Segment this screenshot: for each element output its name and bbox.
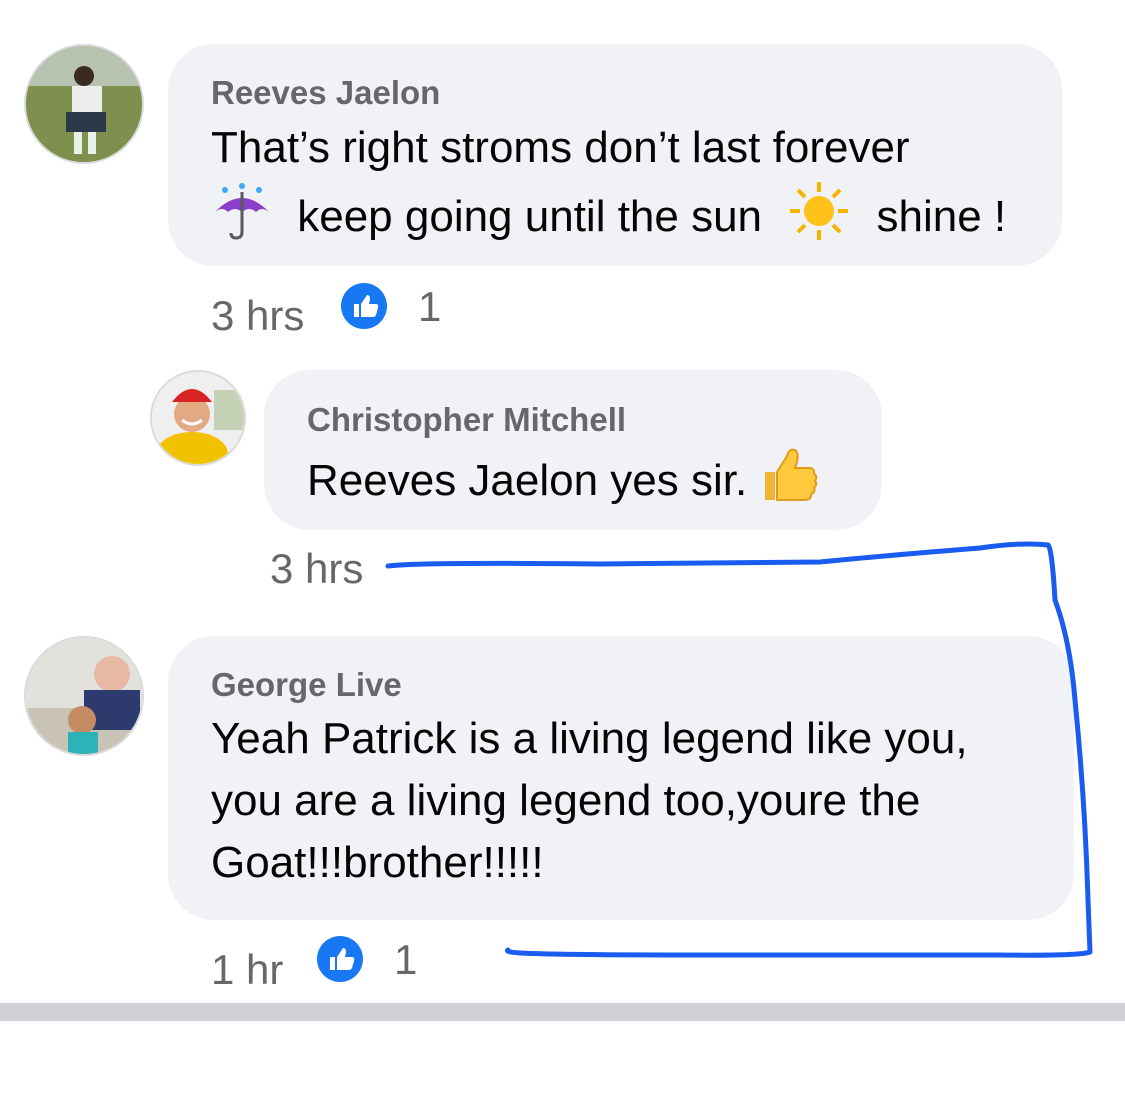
- section-divider: [0, 1003, 1125, 1021]
- annotation-bracket-line: [385, 541, 1093, 958]
